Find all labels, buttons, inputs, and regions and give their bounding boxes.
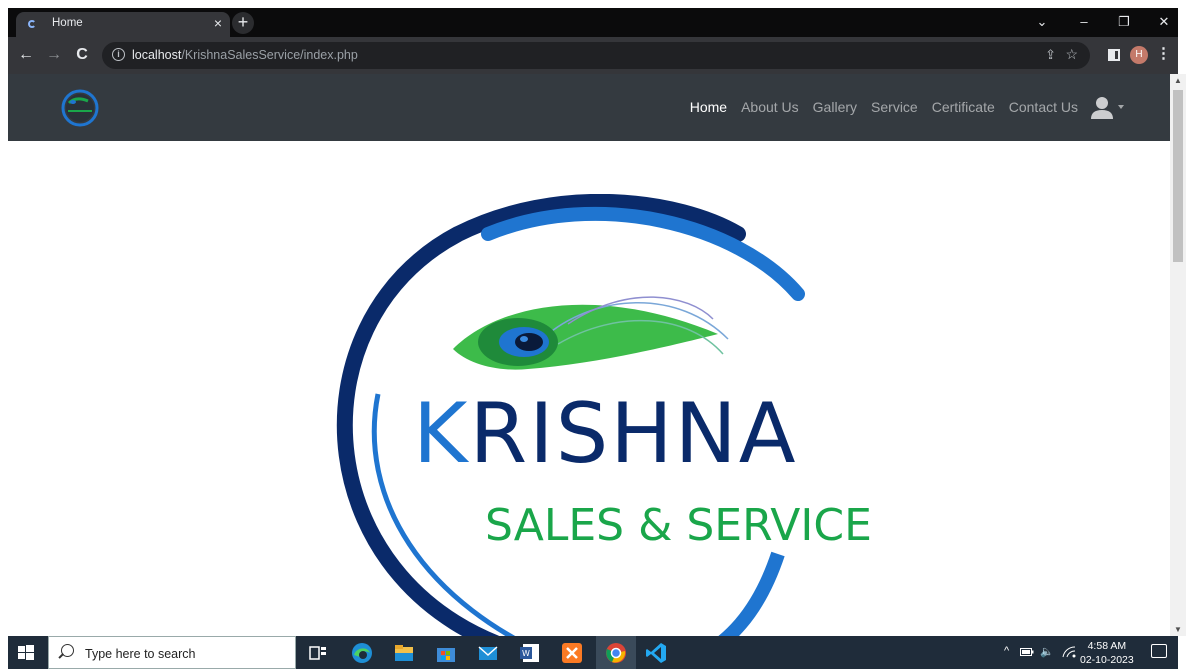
- taskbar-search-box[interactable]: Type here to search: [48, 636, 296, 669]
- page-scrollbar[interactable]: ▲ ▼: [1170, 74, 1186, 636]
- address-url[interactable]: localhost/KrishnaSalesService/index.php: [132, 48, 358, 62]
- site-info-icon[interactable]: i: [112, 48, 125, 61]
- site-nav-links: Home About Us Gallery Service Certificat…: [690, 99, 1078, 115]
- site-navbar: Home About Us Gallery Service Certificat…: [8, 74, 1170, 141]
- chrome-icon: [606, 643, 626, 663]
- scroll-up-icon[interactable]: ▲: [1174, 76, 1182, 85]
- microsoft-store-icon[interactable]: [434, 641, 458, 665]
- browser-tab-strip: Home × + ⌄ – ❐ ✕: [8, 8, 1178, 37]
- nav-about-us[interactable]: About Us: [741, 99, 799, 115]
- brand-tagline: SALES & SERVICE: [485, 500, 872, 551]
- bookmark-star-icon[interactable]: ☆: [1065, 46, 1078, 63]
- chrome-taskbar-active[interactable]: [596, 636, 636, 669]
- taskbar-search-placeholder: Type here to search: [85, 647, 196, 661]
- windows-start-icon[interactable]: [16, 643, 36, 663]
- address-bar[interactable]: i localhost/KrishnaSalesService/index.ph…: [102, 42, 1090, 69]
- site-logo[interactable]: [58, 88, 102, 128]
- clock-time: 4:58 AM: [1087, 640, 1127, 652]
- back-button[interactable]: ←: [14, 43, 38, 67]
- minimize-button[interactable]: –: [1064, 8, 1104, 37]
- chevron-down-icon: [1118, 105, 1124, 109]
- browser-toolbar: ← → C i localhost/KrishnaSalesService/in…: [8, 37, 1178, 74]
- scrollbar-thumb[interactable]: [1173, 90, 1183, 262]
- side-panel-icon[interactable]: [1108, 49, 1120, 61]
- screen: Home × + ⌄ – ❐ ✕ ← → C i localhost/Krish…: [0, 0, 1186, 669]
- page-viewport: Home About Us Gallery Service Certificat…: [8, 74, 1170, 636]
- nav-service[interactable]: Service: [871, 99, 918, 115]
- volume-icon[interactable]: 🔈: [1040, 645, 1054, 658]
- nav-certificate[interactable]: Certificate: [932, 99, 995, 115]
- tab-close-icon[interactable]: ×: [214, 15, 222, 31]
- address-host: localhost: [132, 48, 182, 62]
- word-icon[interactable]: W: [518, 641, 542, 665]
- search-icon: [61, 644, 74, 657]
- notifications-icon[interactable]: [1151, 644, 1167, 658]
- vscode-icon[interactable]: [644, 641, 668, 665]
- reload-button[interactable]: C: [70, 43, 94, 67]
- nav-contact-us[interactable]: Contact Us: [1009, 99, 1078, 115]
- xampp-icon[interactable]: [560, 641, 584, 665]
- browser-menu-icon[interactable]: ⋮: [1156, 44, 1171, 62]
- profile-avatar[interactable]: H: [1130, 46, 1148, 64]
- tab-search-button[interactable]: ⌄: [1022, 8, 1062, 37]
- brand-name-rest: RISHNA: [469, 385, 798, 482]
- wifi-icon[interactable]: [1062, 646, 1076, 658]
- tray-overflow-icon[interactable]: ^: [1004, 645, 1009, 657]
- battery-icon[interactable]: [1020, 647, 1034, 657]
- nav-home[interactable]: Home: [690, 99, 727, 115]
- nav-gallery[interactable]: Gallery: [813, 99, 857, 115]
- task-view-icon[interactable]: [306, 641, 330, 665]
- file-explorer-icon[interactable]: [392, 641, 416, 665]
- restore-button[interactable]: ❐: [1104, 8, 1144, 37]
- browser-tab-home[interactable]: Home ×: [16, 12, 230, 37]
- taskbar-clock[interactable]: 4:58 AM 02-10-2023: [1080, 639, 1134, 667]
- brand-name-k: K: [413, 385, 470, 482]
- clock-date: 02-10-2023: [1080, 654, 1134, 666]
- loading-icon: [28, 20, 36, 28]
- user-icon: [1091, 97, 1113, 119]
- mail-icon[interactable]: [476, 641, 500, 665]
- brand-name: KRISHNA: [413, 392, 798, 475]
- share-icon[interactable]: ⇪: [1045, 47, 1056, 63]
- windows-taskbar: Type here to search W ^ 🔈 4:58 AM 02-10-…: [8, 636, 1178, 669]
- peacock-feather-icon: [453, 296, 729, 370]
- tab-title: Home: [52, 17, 83, 29]
- edge-browser-icon[interactable]: [350, 641, 374, 665]
- close-window-button[interactable]: ✕: [1144, 8, 1184, 37]
- new-tab-button[interactable]: +: [232, 12, 254, 34]
- address-path: /KrishnaSalesService/index.php: [181, 48, 358, 62]
- user-menu-dropdown[interactable]: [1090, 96, 1124, 120]
- forward-button[interactable]: →: [42, 43, 66, 67]
- svg-text:W: W: [522, 649, 530, 658]
- scroll-down-icon[interactable]: ▼: [1174, 625, 1182, 634]
